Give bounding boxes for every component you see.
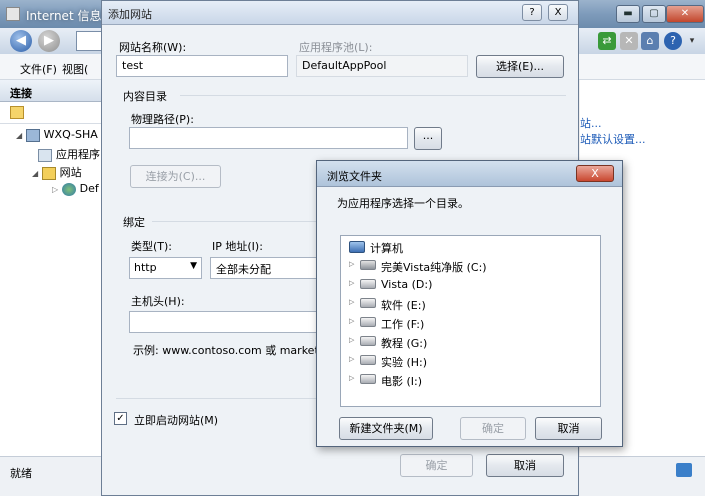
browse-cancel-button[interactable]: 取消 xyxy=(535,417,602,440)
select-app-pool-button[interactable]: 选择(E)... xyxy=(476,55,564,78)
status-text: 就绪 xyxy=(10,467,32,480)
iis-app-icon xyxy=(6,7,20,21)
expand-icon[interactable]: ▷ xyxy=(349,355,354,363)
go-icon[interactable]: ⇄ xyxy=(598,32,616,50)
sites-folder-icon xyxy=(41,166,56,180)
add-website-cancel-button[interactable]: 取消 xyxy=(486,454,564,477)
browse-path-button[interactable]: ... xyxy=(414,127,442,150)
content-directory-label: 内容目录 xyxy=(123,90,167,103)
computer-icon xyxy=(349,241,365,253)
forward-icon[interactable]: ▶ xyxy=(38,30,60,52)
host-name-input[interactable] xyxy=(129,311,319,333)
app-pool-field: DefaultAppPool xyxy=(296,55,468,77)
folder-tree[interactable]: 计算机 ▷ 完美Vista纯净版 (C:) ▷ Vista (D:) ▷ 软件 … xyxy=(340,235,601,407)
browse-ok-button[interactable]: 确定 xyxy=(460,417,526,440)
connections-title: 连接 xyxy=(0,80,102,102)
tree-item-sites[interactable]: ◢ 网站 xyxy=(32,164,82,182)
chevron-down-icon: ▼ xyxy=(190,261,197,271)
dialog-close-button[interactable]: X xyxy=(548,4,568,21)
server-icon xyxy=(25,128,40,142)
physical-path-input[interactable] xyxy=(129,127,408,149)
host-name-label: 主机头(H): xyxy=(131,295,185,308)
new-folder-button[interactable]: 新建文件夹(M) xyxy=(339,417,433,440)
app-pool-icon xyxy=(38,148,52,162)
minimize-button[interactable]: ▬ xyxy=(616,5,640,23)
back-icon[interactable]: ◀ xyxy=(10,30,32,52)
tree-item-server[interactable]: ◢ WXQ-SHA xyxy=(16,128,98,146)
add-website-title-bar: 添加网站 ? X xyxy=(102,1,578,25)
tree-item-default-site[interactable]: ▷ Def xyxy=(52,182,99,200)
binding-type-select[interactable]: http ▼ xyxy=(129,257,202,279)
menu-view[interactable]: 视图( xyxy=(62,61,88,77)
type-label: 类型(T): xyxy=(131,240,173,253)
system-drive-icon xyxy=(360,260,376,270)
browse-folder-title-bar: 浏览文件夹 X xyxy=(317,161,622,187)
tree-item-app-pools[interactable]: 应用程序 xyxy=(38,146,100,164)
browse-folder-dialog: 浏览文件夹 X 为应用程序选择一个目录。 计算机 ▷ 完美Vista纯净版 (C… xyxy=(316,160,623,447)
add-website-title: 添加网站 xyxy=(108,8,152,21)
ip-address-label: IP 地址(I): xyxy=(212,240,263,253)
globe-icon xyxy=(61,182,76,196)
help-icon[interactable]: ? xyxy=(664,32,682,50)
connections-toolbar xyxy=(0,102,102,124)
expand-icon[interactable]: ▷ xyxy=(349,374,354,382)
site-name-input[interactable]: test xyxy=(116,55,288,77)
drive-icon xyxy=(360,298,376,308)
expand-icon[interactable]: ▷ xyxy=(349,317,354,325)
expand-icon[interactable]: ▷ xyxy=(349,336,354,344)
binding-label: 绑定 xyxy=(123,216,145,229)
host-example-text: 示例: www.contoso.com 或 marketi xyxy=(133,344,322,357)
drive-icon xyxy=(360,317,376,327)
app-pool-label: 应用程序池(L): xyxy=(299,41,373,54)
expand-icon[interactable]: ▷ xyxy=(349,298,354,306)
physical-path-label: 物理路径(P): xyxy=(131,113,194,126)
help-dropdown-icon[interactable]: ▾ xyxy=(683,32,701,50)
browse-prompt: 为应用程序选择一个目录。 xyxy=(337,197,469,210)
site-name-label: 网站名称(W): xyxy=(119,41,187,54)
menu-file[interactable]: 文件(F) xyxy=(20,61,57,77)
start-site-checkbox[interactable]: ✓ xyxy=(114,412,127,425)
ip-address-select[interactable]: 全部未分配 xyxy=(210,257,320,279)
expand-icon[interactable]: ▷ xyxy=(349,260,354,268)
iis-close-button[interactable]: ✕ xyxy=(666,5,704,23)
binding-type-value: http xyxy=(134,261,157,274)
expand-icon[interactable]: ▷ xyxy=(349,279,354,287)
add-website-ok-button[interactable]: 确定 xyxy=(400,454,473,477)
browse-folder-title: 浏览文件夹 xyxy=(327,170,382,183)
drive-icon xyxy=(360,279,376,289)
status-server-icon xyxy=(676,463,692,477)
drive-icon xyxy=(360,355,376,365)
drive-icon xyxy=(360,336,376,346)
home-icon[interactable]: ⌂ xyxy=(641,32,659,50)
browse-close-button[interactable]: X xyxy=(576,165,614,182)
start-site-label: 立即启动网站(M) xyxy=(134,414,219,427)
maximize-button[interactable]: ▢ xyxy=(642,5,666,23)
stop-icon[interactable]: ✕ xyxy=(620,32,638,50)
content-directory-divider xyxy=(180,95,566,96)
drive-icon xyxy=(360,374,376,384)
connect-as-button[interactable]: 连接为(C)... xyxy=(130,165,221,188)
connections-panel: 连接 ◢ WXQ-SHA 应用程序 ◢ 网站 ▷ Def xyxy=(0,80,103,456)
action-link-2[interactable]: 站默认设置... xyxy=(580,131,646,147)
help-button[interactable]: ? xyxy=(522,4,542,21)
action-link-1[interactable]: 站... xyxy=(580,115,602,131)
new-connection-icon[interactable] xyxy=(10,106,24,119)
